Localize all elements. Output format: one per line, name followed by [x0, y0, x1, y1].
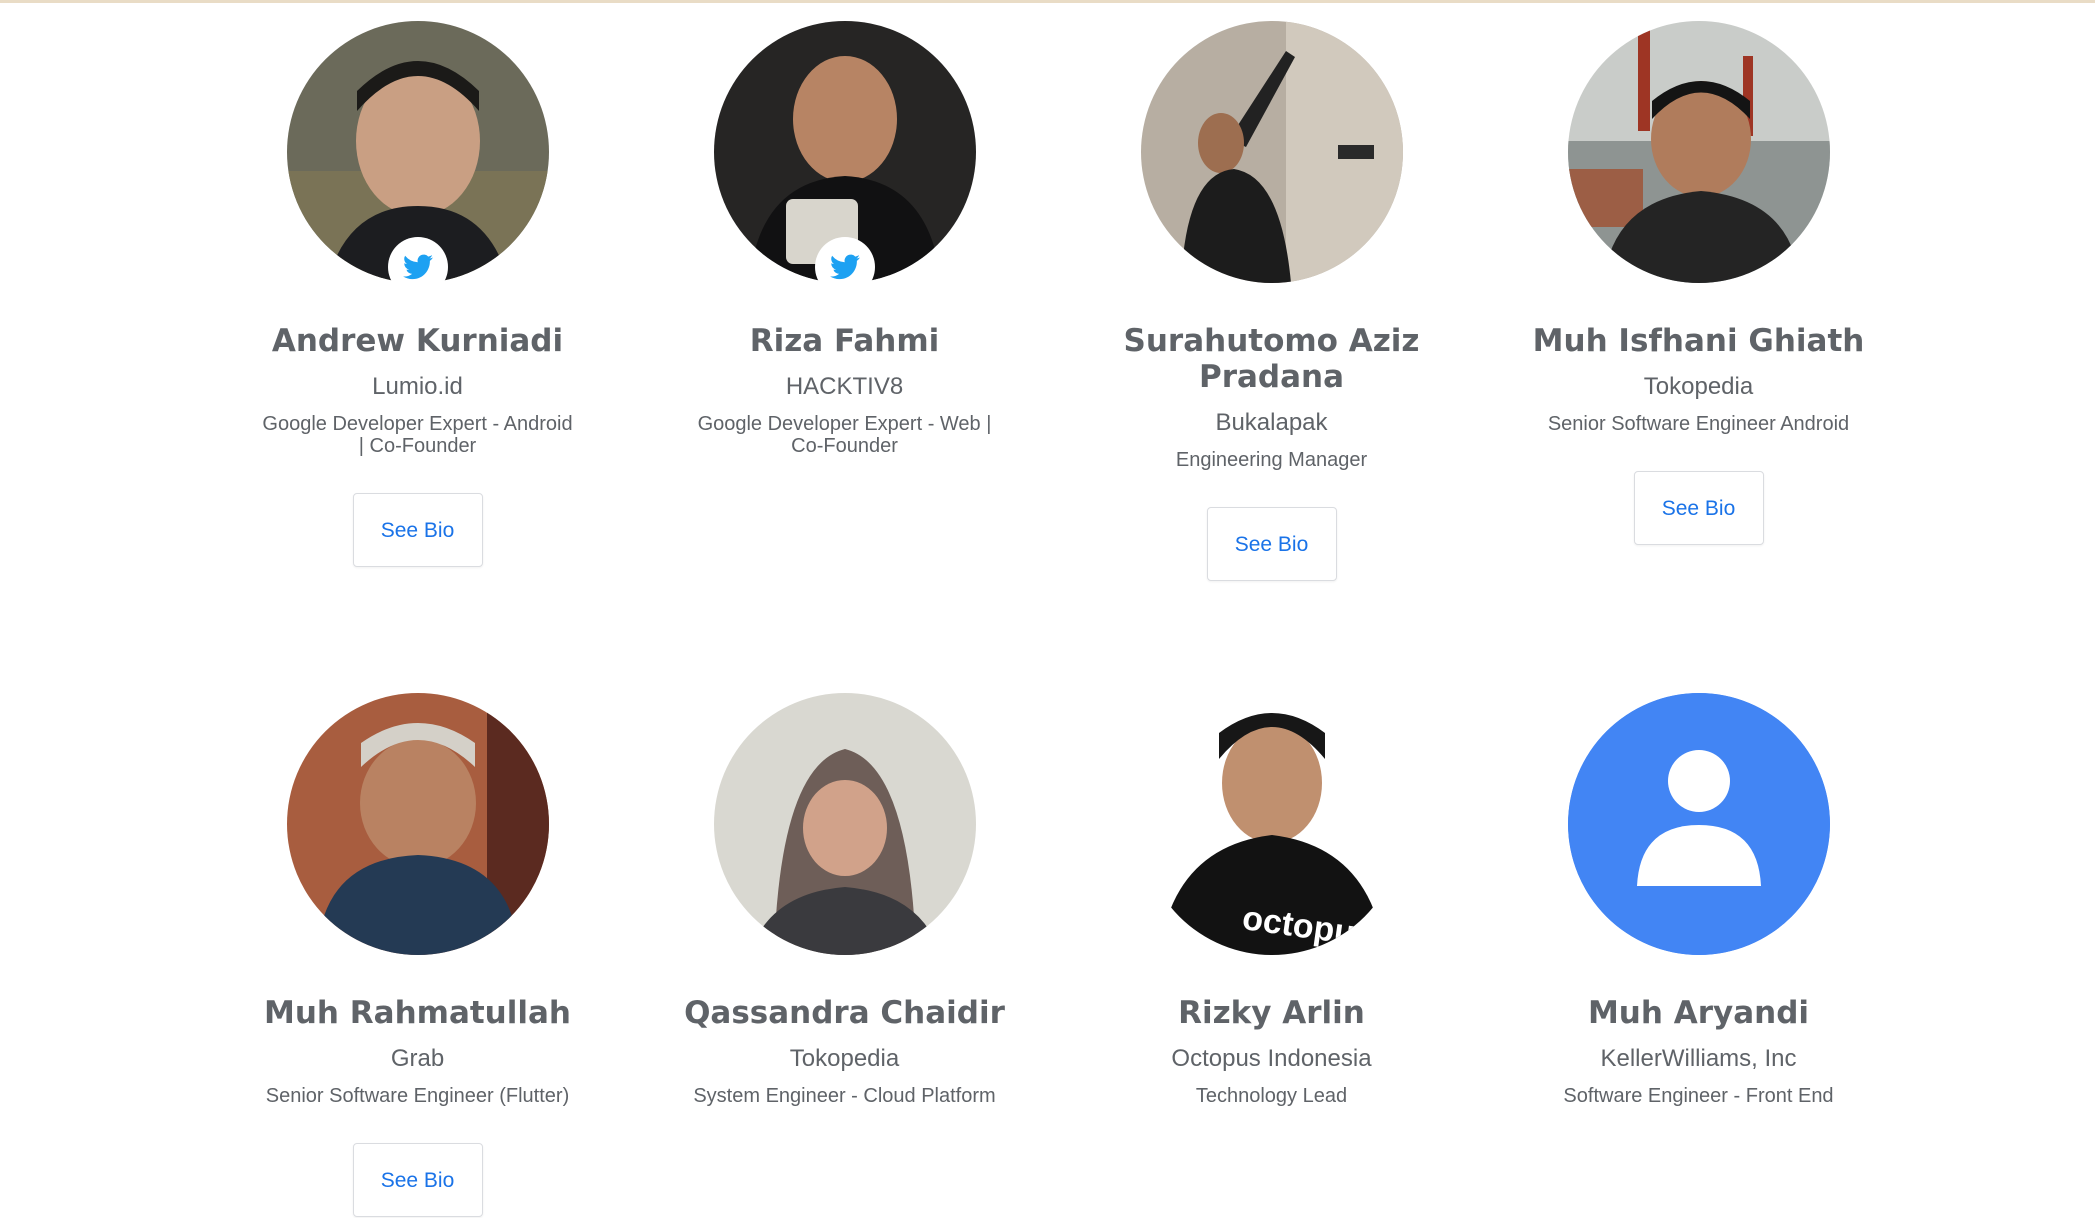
speaker-card: Riza Fahmi HACKTIV8 Google Developer Exp… [631, 21, 1058, 457]
twitter-badge[interactable] [387, 237, 448, 297]
speaker-company: Octopus Indonesia [1171, 1045, 1372, 1072]
speaker-photo [1567, 21, 1830, 283]
speaker-name: Andrew Kurniadi [271, 323, 564, 359]
speaker-photo [713, 693, 976, 955]
speaker-avatar[interactable] [1567, 693, 1830, 955]
speaker-name: Riza Fahmi [749, 323, 940, 359]
speaker-name: Rizky Arlin [1178, 995, 1365, 1031]
speaker-photo [286, 693, 549, 955]
speaker-avatar[interactable] [1140, 21, 1403, 283]
speaker-avatar[interactable] [713, 693, 976, 955]
speaker-role: Software Engineer - Front End [1563, 1085, 1834, 1107]
speaker-company: Bukalapak [1215, 409, 1328, 436]
speaker-role: System Engineer - Cloud Platform [693, 1085, 996, 1107]
speaker-company: HACKTIV8 [785, 373, 904, 400]
speaker-role: Technology Lead [1195, 1085, 1348, 1107]
speaker-avatar[interactable] [286, 693, 549, 955]
speaker-role: Google Developer Expert - Android | Co-F… [262, 413, 573, 457]
speaker-card: Muh Isfhani Ghiath Tokopedia Senior Soft… [1485, 21, 1912, 545]
speaker-company: Tokopedia [789, 1045, 900, 1072]
speaker-card: Qassandra Chaidir Tokopedia System Engin… [631, 693, 1058, 1107]
default-avatar [1567, 693, 1830, 955]
speaker-name: Muh Aryandi [1587, 995, 1810, 1031]
speaker-card: Andrew Kurniadi Lumio.id Google Develope… [204, 21, 631, 567]
speaker-role: Google Developer Expert - Web | Co-Found… [697, 413, 992, 457]
speaker-name: Qassandra Chaidir [684, 995, 1005, 1031]
speaker-company: Tokopedia [1643, 373, 1754, 400]
speaker-avatar[interactable] [1567, 21, 1830, 283]
speaker-company: Lumio.id [372, 373, 463, 400]
speaker-company: KellerWilliams, Inc [1600, 1045, 1797, 1072]
speaker-name: Muh Isfhani Ghiath [1532, 323, 1865, 359]
see-bio-button[interactable]: See Bio [1206, 507, 1337, 581]
see-bio-button[interactable]: See Bio [1633, 471, 1764, 545]
see-bio-button[interactable]: See Bio [352, 1143, 483, 1217]
speaker-avatar[interactable] [713, 21, 976, 297]
speaker-card: Muh Rahmatullah Grab Senior Software Eng… [204, 693, 631, 1217]
speaker-name: Surahutomo Aziz Pradana [1123, 323, 1420, 395]
speaker-avatar[interactable] [286, 21, 549, 297]
speaker-role: Senior Software Engineer (Flutter) [265, 1085, 570, 1107]
speaker-role: Senior Software Engineer Android [1547, 413, 1850, 435]
see-bio-button[interactable]: See Bio [352, 493, 483, 567]
twitter-badge[interactable] [814, 237, 875, 297]
speaker-card: Muh Aryandi KellerWilliams, Inc Software… [1485, 693, 1912, 1107]
person-icon [1567, 693, 1830, 955]
speaker-card: octopus Rizky Arlin Octopus Indonesia Te… [1058, 693, 1485, 1107]
speaker-photo: octopus [1140, 693, 1403, 955]
speaker-card: Surahutomo Aziz Pradana Bukalapak Engine… [1058, 21, 1485, 581]
twitter-icon [829, 254, 860, 280]
top-divider [0, 0, 2095, 3]
speaker-photo [1140, 21, 1403, 283]
speaker-company: Grab [390, 1045, 445, 1072]
twitter-icon [402, 254, 433, 280]
speaker-role: Engineering Manager [1175, 449, 1368, 471]
speaker-name: Muh Rahmatullah [264, 995, 571, 1031]
speaker-avatar[interactable]: octopus [1140, 693, 1403, 955]
